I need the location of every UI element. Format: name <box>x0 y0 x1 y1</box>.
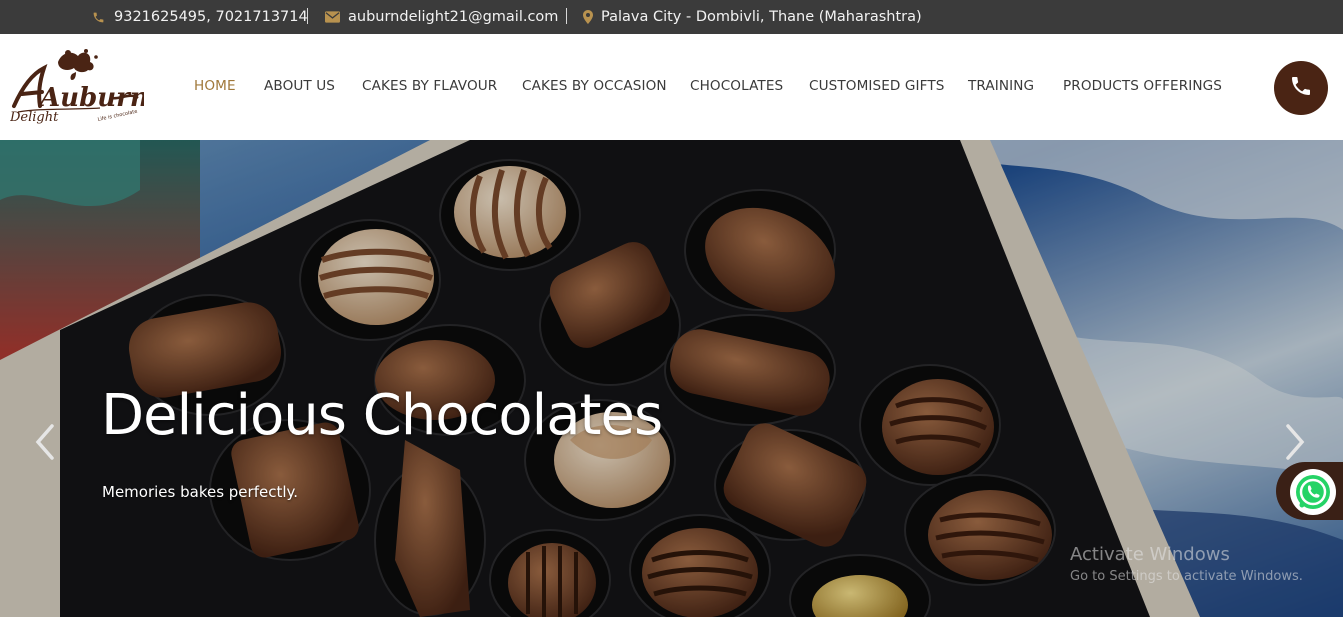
hero-subtitle: Memories bakes perfectly. <box>102 483 299 501</box>
phone-icon <box>1289 74 1313 102</box>
nav-home[interactable]: HOME <box>194 78 236 94</box>
phone-small-icon <box>92 11 105 24</box>
nav-products-offerings[interactable]: PRODUCTS OFFERINGS <box>1063 78 1222 94</box>
divider <box>566 8 567 24</box>
nav-training[interactable]: TRAINING <box>968 78 1034 94</box>
email-contact[interactable]: auburndelight21@gmail.com <box>325 0 558 34</box>
location-contact: Palava City - Dombivli, Thane (Maharasht… <box>583 0 922 34</box>
chevron-left-icon <box>35 424 54 460</box>
nav-customised-gifts[interactable]: CUSTOMISED GIFTS <box>809 78 944 94</box>
slider-prev-button[interactable] <box>30 420 60 464</box>
phone-contact[interactable]: 9321625495, 7021713714 <box>92 0 308 34</box>
whatsapp-icon <box>1290 469 1336 515</box>
auburn-delight-logo[interactable]: Auburn Delight Life is chocolate <box>9 48 149 128</box>
divider <box>307 8 308 24</box>
nav-cakes-by-flavour[interactable]: CAKES BY FLAVOUR <box>362 78 497 94</box>
hero-slider: Delicious Chocolates Memories bakes perf… <box>0 140 1343 617</box>
location-text: Palava City - Dombivli, Thane (Maharasht… <box>601 9 922 25</box>
nav-about-us[interactable]: ABOUT US <box>264 78 335 94</box>
email-text: auburndelight21@gmail.com <box>348 9 559 25</box>
nav-cakes-by-occasion[interactable]: CAKES BY OCCASION <box>522 78 667 94</box>
site-header: Auburn Delight Life is chocolate HOME AB… <box>0 34 1343 140</box>
windows-activation-watermark-title: Activate Windows <box>1070 544 1230 565</box>
call-button[interactable] <box>1274 61 1328 115</box>
slider-next-button[interactable] <box>1280 420 1310 464</box>
whatsapp-button[interactable] <box>1276 462 1343 520</box>
envelope-icon <box>325 11 340 23</box>
logo-brand-sub: Delight <box>10 110 59 125</box>
phone-text: 9321625495, 7021713714 <box>114 9 308 25</box>
contact-topbar: 9321625495, 7021713714 auburndelight21@g… <box>0 0 1343 34</box>
hero-title: Delicious Chocolates <box>101 383 663 448</box>
chevron-right-icon <box>1286 424 1305 460</box>
map-pin-icon <box>583 10 593 24</box>
windows-activation-watermark-text: Go to Settings to activate Windows. <box>1070 569 1303 584</box>
nav-chocolates[interactable]: CHOCOLATES <box>690 78 783 94</box>
